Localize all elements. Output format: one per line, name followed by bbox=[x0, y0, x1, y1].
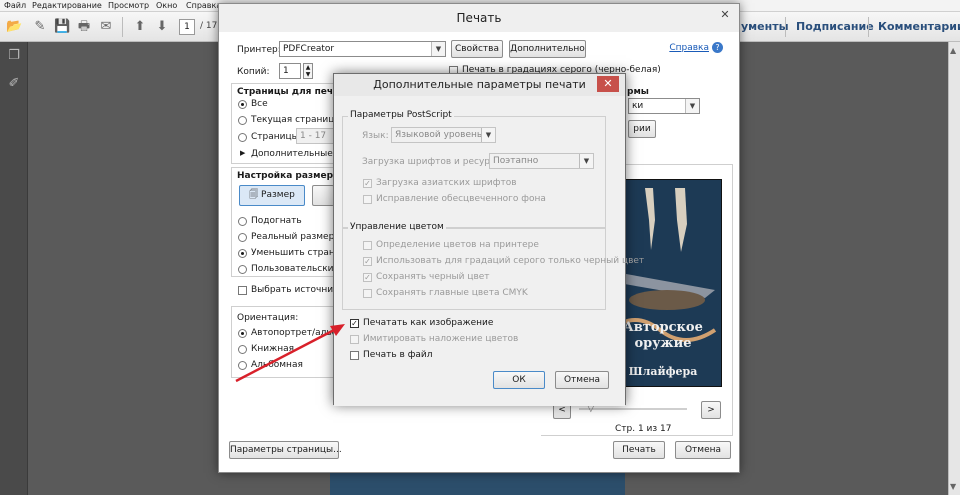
annotation-arrow bbox=[235, 324, 345, 383]
annotation-arrow-line bbox=[235, 327, 337, 383]
